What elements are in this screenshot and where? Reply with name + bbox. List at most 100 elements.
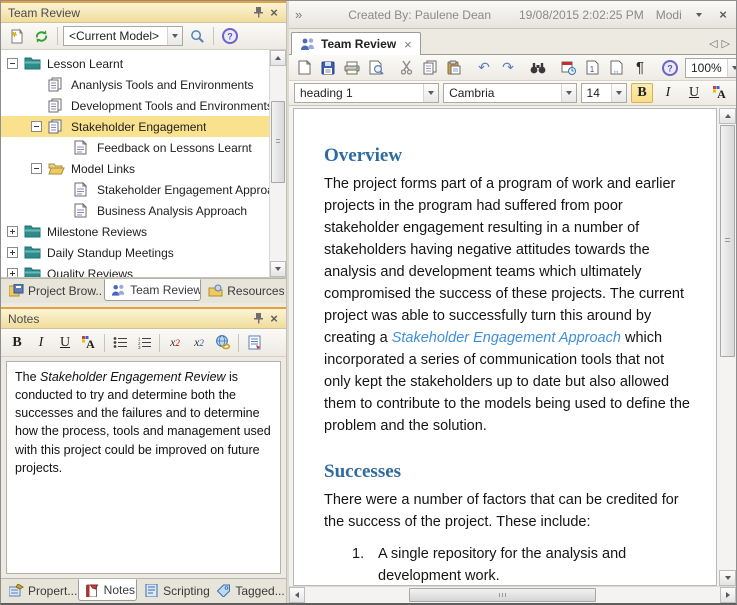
scroll-down-icon[interactable] (270, 261, 286, 277)
tree-item-development-tools[interactable]: Development Tools and Environments (1, 95, 269, 116)
document-icon (74, 203, 92, 219)
scroll-up-icon[interactable] (719, 108, 736, 124)
pin-icon[interactable] (250, 311, 266, 326)
help-button[interactable]: ? (659, 57, 681, 79)
italic-button[interactable]: I (30, 333, 52, 353)
tree-item-model-links[interactable]: Model Links (1, 158, 269, 179)
font-color-button[interactable]: A (709, 82, 731, 104)
horizontal-scrollbar[interactable] (289, 586, 736, 603)
close-tab-icon[interactable]: × (404, 37, 412, 52)
print-button[interactable] (341, 57, 363, 79)
undo-button[interactable]: ↶ (473, 57, 495, 79)
print-preview-button[interactable] (365, 57, 387, 79)
scroll-down-icon[interactable] (719, 570, 736, 586)
hyperlink-button[interactable] (212, 332, 234, 354)
copy-button[interactable] (419, 57, 441, 79)
tree-item-business-analysis-approach[interactable]: Business Analysis Approach (1, 200, 269, 221)
paragraph-marks-button[interactable]: ¶ (629, 57, 651, 79)
tree-item-feedback-lessons[interactable]: Feedback on Lessons Learnt (1, 137, 269, 158)
tree-scrollbar[interactable] (269, 50, 286, 277)
document-header-bar: » Created By: Paulene Dean 19/08/2015 2:… (289, 1, 736, 29)
prev-tab-icon[interactable]: ◁ (709, 37, 717, 50)
chevron-down-icon[interactable] (727, 59, 737, 77)
scroll-left-icon[interactable] (289, 587, 305, 603)
new-document-button[interactable] (293, 57, 315, 79)
document-scrollbar[interactable] (719, 108, 736, 586)
collapse-expander-icon[interactable] (31, 121, 42, 132)
svg-text:3: 3 (138, 345, 141, 349)
numbered-list-button[interactable]: 123 (133, 332, 155, 354)
help-button[interactable]: ? (219, 25, 241, 47)
next-tab-icon[interactable]: ▷ (722, 37, 730, 50)
new-post-button[interactable] (5, 25, 27, 47)
chevron-down-icon[interactable] (423, 84, 438, 102)
scroll-right-icon[interactable] (720, 587, 736, 603)
find-button[interactable] (527, 57, 549, 79)
tree-item-quality-reviews[interactable]: Quality Reviews (1, 263, 269, 277)
font-dropdown[interactable]: Cambria (443, 83, 576, 103)
tree-item-milestone-reviews[interactable]: Milestone Reviews (1, 221, 269, 242)
italic-button[interactable]: I (657, 83, 679, 103)
zoom-dropdown[interactable]: 100% (685, 58, 737, 78)
scroll-up-icon[interactable] (270, 50, 286, 66)
insert-page-count-button[interactable]: ,, (605, 57, 627, 79)
stakeholder-approach-link[interactable]: Stakeholder Engagement Approach (392, 330, 621, 346)
collapse-expander-icon[interactable] (7, 58, 18, 69)
document-icon (74, 140, 92, 156)
pin-icon[interactable] (250, 5, 266, 20)
bullet-list-button[interactable] (109, 332, 131, 354)
chevron-down-icon[interactable] (561, 84, 576, 102)
close-icon[interactable]: × (716, 7, 730, 22)
chevron-down-icon[interactable] (696, 13, 702, 17)
tab-properties[interactable]: Propert... (3, 580, 77, 601)
close-icon[interactable]: × (266, 311, 282, 326)
bold-button[interactable]: B (6, 333, 28, 353)
notes-text-area[interactable]: The Stakeholder Engagement Review is con… (6, 361, 281, 574)
close-icon[interactable]: × (266, 5, 282, 20)
scroll-thumb[interactable] (720, 125, 735, 357)
tree-item-stakeholder-engagement[interactable]: Stakeholder Engagement (1, 116, 269, 137)
expand-expander-icon[interactable] (7, 268, 18, 277)
paste-button[interactable] (443, 57, 465, 79)
underline-button[interactable]: U (54, 333, 76, 353)
style-value: heading 1 (295, 86, 423, 100)
chevron-down-icon[interactable] (611, 84, 626, 102)
document-page[interactable]: Overview The project forms part of a pro… (293, 108, 717, 586)
insert-page-number-button[interactable]: 1 (581, 57, 603, 79)
scroll-thumb[interactable] (409, 588, 596, 602)
tree-item-daily-standup[interactable]: Daily Standup Meetings (1, 242, 269, 263)
tab-tagged-values[interactable]: Tagged... (210, 580, 284, 601)
underline-button[interactable]: U (683, 83, 705, 103)
subscript-button[interactable]: x2 (188, 332, 210, 354)
style-dropdown[interactable]: heading 1 (294, 83, 439, 103)
tab-scripting[interactable]: Scripting (138, 580, 209, 601)
superscript-button[interactable]: x2 (164, 332, 186, 354)
tab-resources[interactable]: Resources (202, 280, 284, 301)
tree-item-analysis-tools[interactable]: Ananlysis Tools and Environments (1, 74, 269, 95)
edit-notes-document-button[interactable] (243, 332, 265, 354)
chevron-down-icon[interactable] (167, 27, 182, 45)
font-size-dropdown[interactable]: 14 (581, 83, 627, 103)
bold-button[interactable]: B (631, 83, 653, 103)
cut-button[interactable] (395, 57, 417, 79)
refresh-button[interactable] (30, 25, 52, 47)
search-button[interactable] (186, 25, 208, 47)
panel-title: Notes (8, 312, 250, 326)
collapse-expander-icon[interactable] (31, 163, 42, 174)
model-selector-dropdown[interactable]: <Current Model> (63, 26, 183, 46)
scroll-thumb[interactable] (271, 101, 285, 183)
insert-datetime-button[interactable] (557, 57, 579, 79)
expand-expander-icon[interactable] (7, 226, 18, 237)
font-color-icon: A (712, 85, 728, 101)
tree-item-lesson-learnt[interactable]: Lesson Learnt (1, 53, 269, 74)
tab-team-review-document[interactable]: Team Review × (291, 32, 421, 55)
font-color-button[interactable]: A (78, 332, 100, 354)
tab-team-review[interactable]: Team Review (104, 279, 201, 301)
tree-item-stakeholder-approach[interactable]: Stakeholder Engagement Approach (1, 179, 269, 200)
save-button[interactable] (317, 57, 339, 79)
redo-button[interactable]: ↷ (497, 57, 519, 79)
expand-expander-icon[interactable] (7, 247, 18, 258)
tab-project-browser[interactable]: Project Brow... (3, 280, 103, 301)
overflow-chevron-icon[interactable]: » (295, 7, 302, 22)
tab-notes[interactable]: Notes (78, 579, 137, 601)
